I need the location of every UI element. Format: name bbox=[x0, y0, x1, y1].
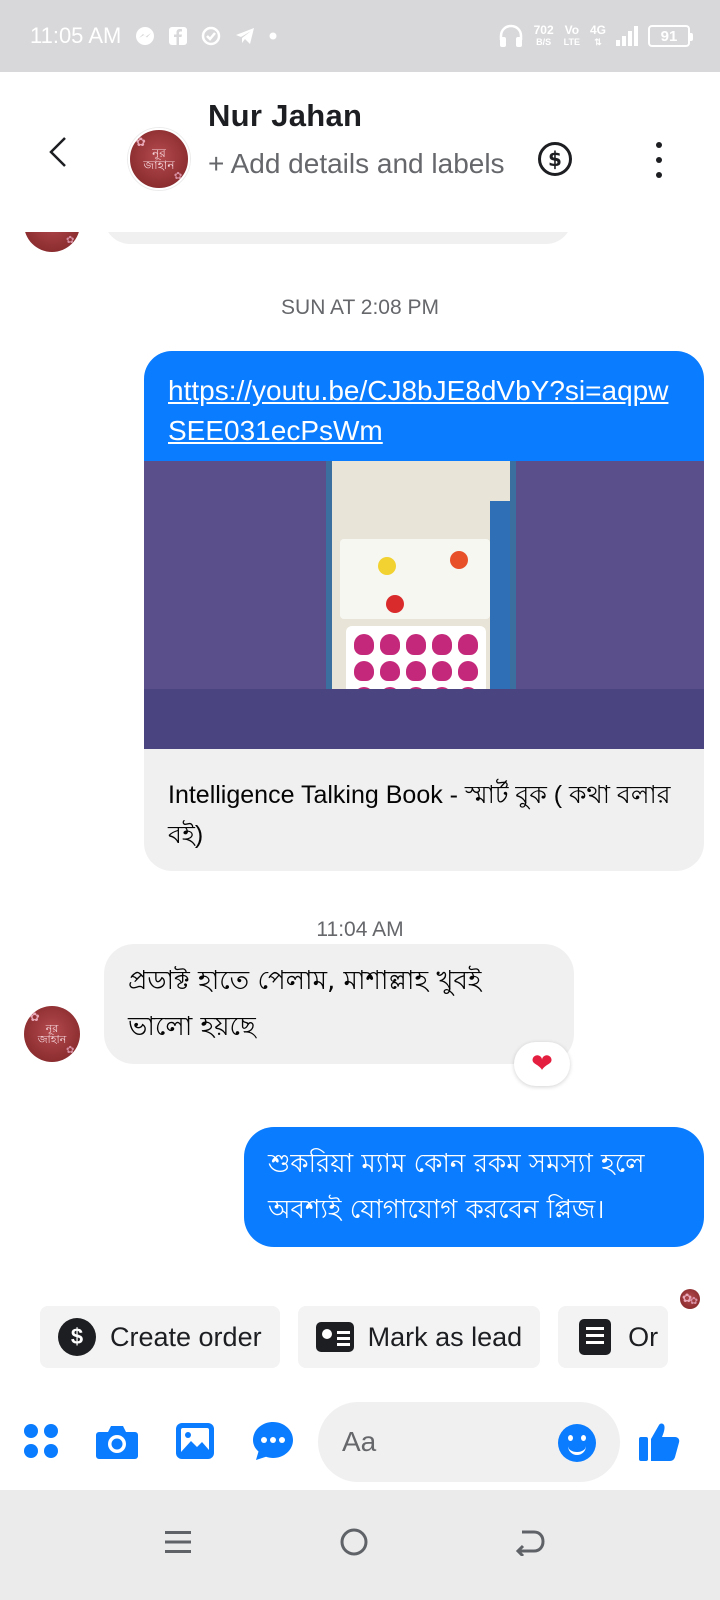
back-nav-button[interactable] bbox=[502, 1514, 558, 1570]
chat-actions-button[interactable] bbox=[250, 1418, 296, 1464]
gallery-icon bbox=[176, 1423, 214, 1459]
message-list[interactable]: SUN AT 2:08 PM https://youtu.be/CJ8bJE8d… bbox=[0, 232, 720, 1318]
timestamp: SUN AT 2:08 PM bbox=[281, 296, 439, 319]
payment-button[interactable]: $ bbox=[538, 142, 572, 176]
contact-card-icon bbox=[315, 1318, 354, 1356]
conversation-header: নূর জাহান Nur Jahan + Add details and la… bbox=[0, 72, 720, 232]
messenger-icon bbox=[136, 27, 155, 45]
system-navigation-bar bbox=[0, 1490, 720, 1600]
volte-bottom: LTE bbox=[563, 37, 580, 47]
home-button[interactable] bbox=[326, 1514, 382, 1570]
back-arrow-icon bbox=[49, 137, 66, 167]
chat-bubble-icon bbox=[253, 1422, 293, 1460]
volte-top: Vo bbox=[564, 23, 580, 37]
heart-reaction[interactable]: ❤ bbox=[514, 1042, 570, 1086]
sender-avatar-text: নূর জাহান bbox=[37, 1022, 67, 1046]
recent-apps-button[interactable] bbox=[150, 1514, 206, 1570]
signal-icon bbox=[616, 26, 638, 46]
link-message[interactable]: https://youtu.be/CJ8bJE8dVbY?si=aqpwSEE0… bbox=[144, 351, 704, 871]
gallery-button[interactable] bbox=[172, 1418, 218, 1464]
thumbs-up-icon bbox=[639, 1423, 680, 1461]
net-speed-unit: B/S bbox=[536, 37, 552, 47]
previous-message-bubble bbox=[104, 232, 572, 244]
message-composer bbox=[0, 1390, 720, 1490]
mark-as-lead-button[interactable]: Mark as lead bbox=[297, 1306, 541, 1368]
apps-grid-icon bbox=[24, 1424, 58, 1458]
camera-button[interactable] bbox=[94, 1418, 140, 1464]
volte-indicator: Vo LTE bbox=[564, 24, 580, 48]
telegram-icon bbox=[236, 28, 255, 44]
mark-as-lead-label: Mark as lead bbox=[367, 1321, 523, 1352]
system-status-icons: 702 B/S Vo LTE 4G ⇅ 91 bbox=[498, 23, 693, 48]
previous-message-avatar bbox=[24, 232, 80, 252]
message-input[interactable] bbox=[342, 1426, 542, 1458]
add-details-link[interactable]: + Add details and labels bbox=[208, 142, 508, 186]
dot-icon bbox=[269, 32, 277, 40]
contact-name[interactable]: Nur Jahan bbox=[208, 98, 362, 134]
notification-icons bbox=[135, 26, 277, 46]
facebook-icon bbox=[169, 27, 188, 45]
back-button[interactable] bbox=[40, 134, 76, 170]
timestamp: 11:04 AM bbox=[316, 918, 404, 941]
dollar-icon: $ bbox=[58, 1318, 96, 1356]
link-message-url-area: https://youtu.be/CJ8bJE8dVbY?si=aqpwSEE0… bbox=[144, 351, 704, 461]
network-type-label: 4G bbox=[589, 23, 606, 37]
outgoing-message[interactable]: শুকরিয়া ম্যাম কোন রকম সমস্যা হলে অবশ্যই… bbox=[244, 1127, 704, 1247]
apps-button[interactable] bbox=[18, 1418, 64, 1464]
orders-button[interactable]: Or bbox=[558, 1306, 669, 1368]
net-speed: 702 B/S bbox=[534, 24, 554, 48]
incoming-message[interactable]: প্রডাক্ট হাতে পেলাম, মাশাল্লাহ খুবই ভালো… bbox=[104, 944, 574, 1064]
link-preview-title[interactable]: Intelligence Talking Book - স্মার্ট বুক … bbox=[144, 749, 704, 871]
emoji-icon[interactable] bbox=[558, 1424, 596, 1462]
menu-icon bbox=[165, 1531, 191, 1553]
status-time: 11:05 AM bbox=[30, 23, 122, 48]
more-vertical-icon bbox=[656, 142, 662, 148]
battery-level: 91 bbox=[660, 27, 678, 45]
dollar-circle-icon: $ bbox=[548, 147, 562, 171]
seen-indicator-avatar bbox=[680, 1289, 700, 1309]
network-type: 4G ⇅ bbox=[589, 23, 606, 47]
battery-icon: 91 bbox=[648, 25, 693, 47]
message-input-container[interactable] bbox=[318, 1402, 620, 1482]
heart-icon: ❤ bbox=[531, 1049, 553, 1079]
sender-avatar[interactable]: নূর জাহান bbox=[24, 1006, 80, 1062]
home-circle-icon bbox=[340, 1528, 368, 1556]
net-speed-value: 702 bbox=[533, 23, 554, 37]
camera-icon bbox=[96, 1426, 138, 1459]
status-bar: 11:05 AM 702 B/S Vo LTE 4G ⇅ 91 bbox=[0, 0, 720, 72]
list-icon bbox=[576, 1318, 614, 1356]
quick-actions: $ Create order Mark as lead Or bbox=[40, 1306, 669, 1368]
link-url[interactable]: https://youtu.be/CJ8bJE8dVbY?si=aqpwSEE0… bbox=[168, 371, 680, 451]
sync-icon bbox=[202, 26, 221, 46]
create-order-label: Create order bbox=[110, 1321, 262, 1352]
orders-label: Or bbox=[628, 1321, 659, 1352]
back-nav-icon bbox=[515, 1530, 545, 1556]
headphones-icon bbox=[499, 24, 522, 47]
avatar-text: নূর জাহান bbox=[143, 146, 175, 172]
like-button[interactable] bbox=[636, 1418, 682, 1464]
create-order-button[interactable]: $ Create order bbox=[40, 1306, 280, 1368]
more-options-button[interactable] bbox=[652, 142, 666, 178]
contact-avatar[interactable]: নূর জাহান bbox=[128, 128, 190, 190]
link-preview-image[interactable] bbox=[144, 461, 704, 749]
